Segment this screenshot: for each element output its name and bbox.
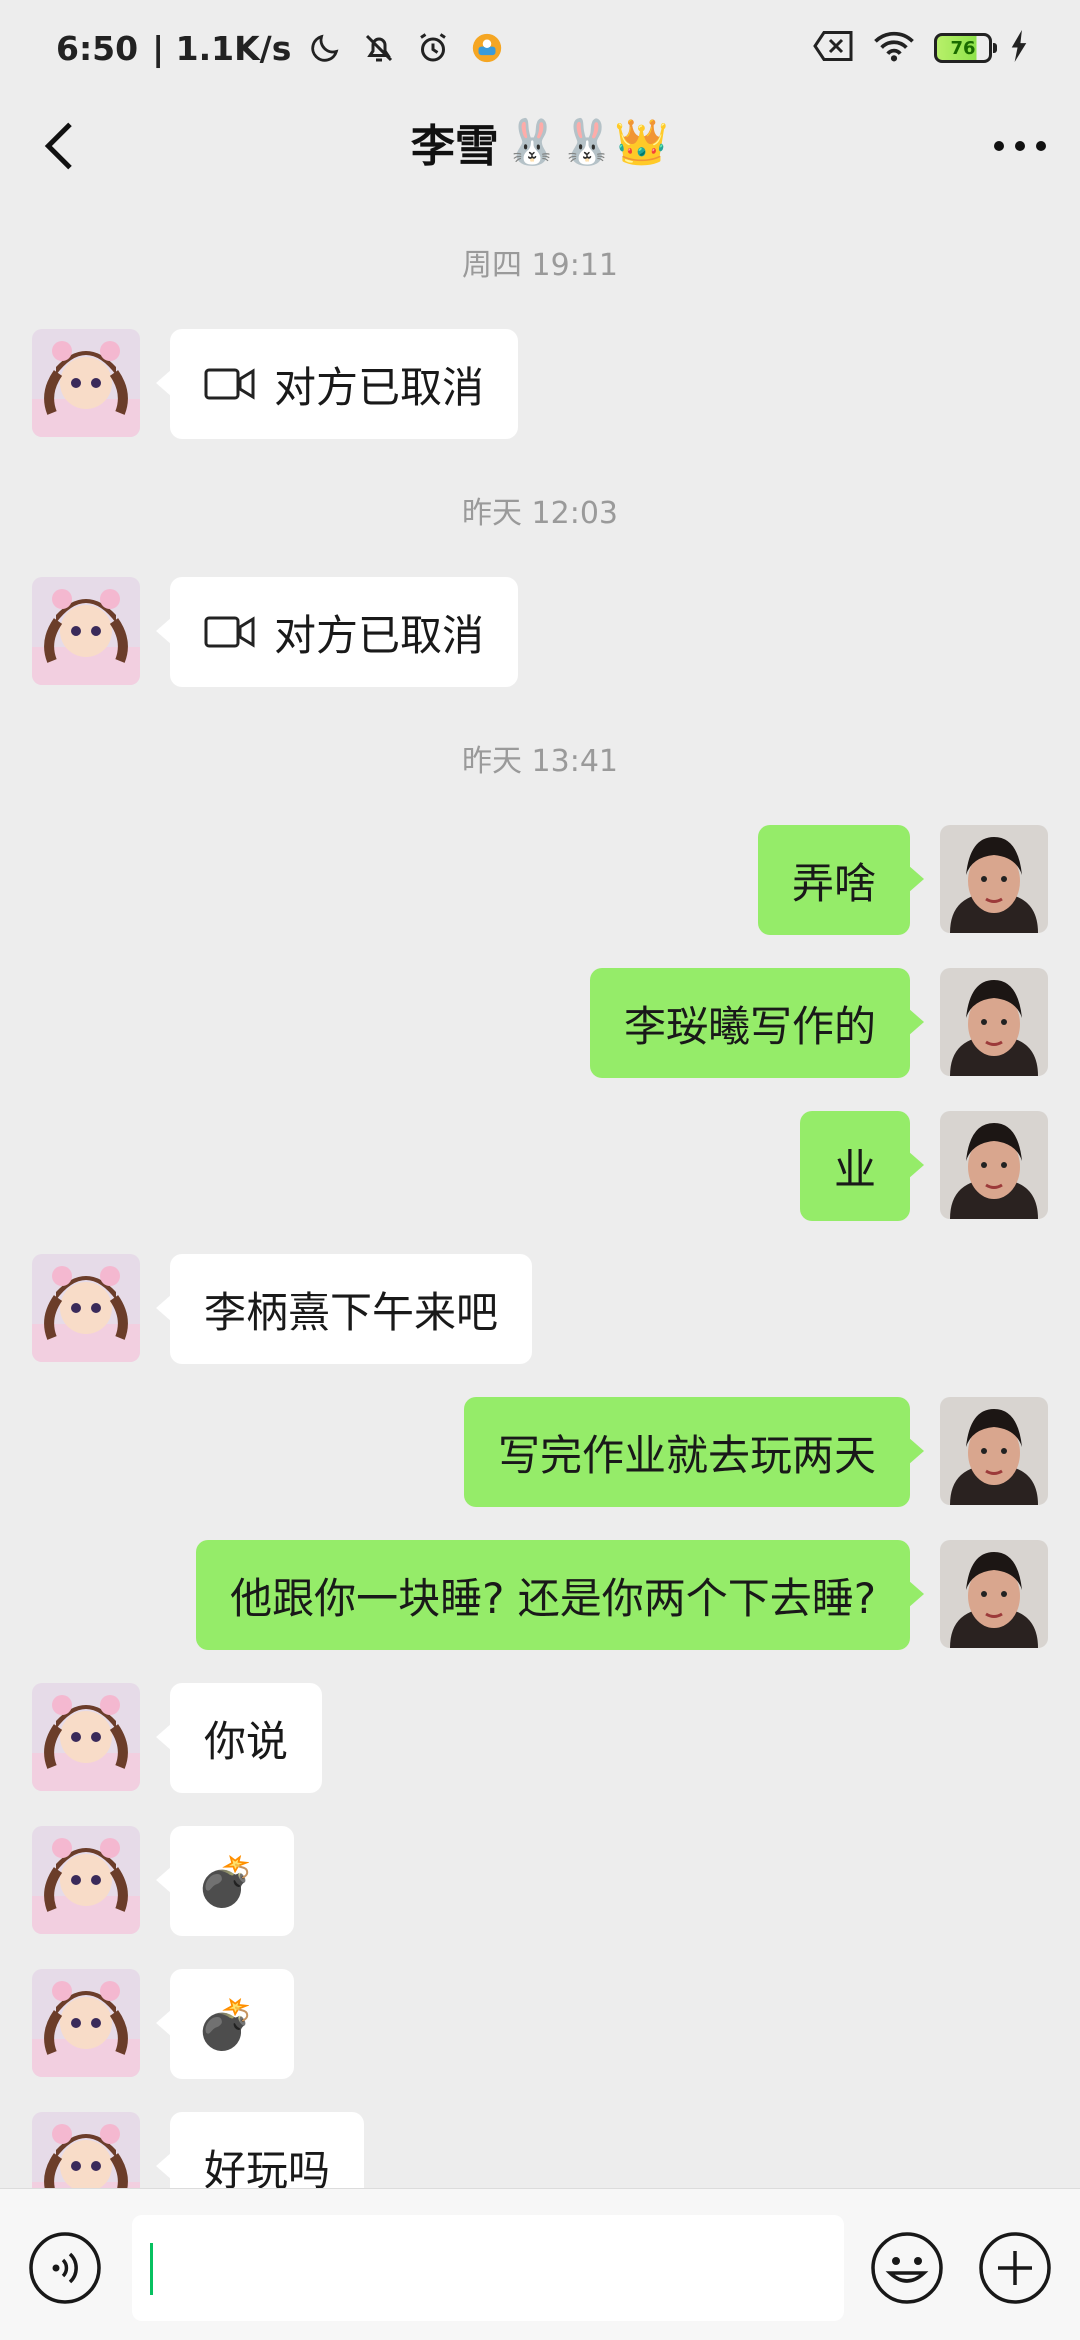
status-bar: 6:50 | 1.1K/s 76 [0, 0, 1080, 96]
self-avatar[interactable] [940, 1540, 1048, 1648]
self-avatar[interactable] [940, 825, 1048, 933]
charging-icon [1010, 30, 1028, 66]
message-bubble-self[interactable]: 写完作业就去玩两天 [463, 1397, 925, 1507]
status-left: 6:50 | 1.1K/s [56, 28, 507, 68]
contact-avatar[interactable] [32, 1254, 140, 1362]
contact-avatar[interactable] [32, 1826, 140, 1934]
message-bubble-self[interactable]: 业 [799, 1111, 925, 1221]
bell-off-icon [359, 28, 399, 68]
status-right: 76 [812, 29, 1028, 67]
plus-button[interactable] [978, 2231, 1052, 2305]
message-bubble-self[interactable]: 他跟你一块睡? 还是你两个下去睡? [196, 1540, 924, 1650]
no-sim-icon [812, 29, 854, 67]
self-avatar[interactable] [940, 1397, 1048, 1505]
message-bubble-other[interactable]: 你说 [155, 1683, 323, 1793]
video-camera-icon [204, 367, 256, 401]
message-bubble-other[interactable]: 李柄熹下午来吧 [155, 1254, 533, 1364]
app-notification-icon [467, 28, 507, 68]
contact-avatar[interactable] [32, 577, 140, 685]
contact-avatar[interactable] [32, 1683, 140, 1791]
message-bubble-other[interactable]: 💣 [156, 1969, 294, 2079]
emoji-button[interactable] [870, 2231, 944, 2305]
message-text: 李柄熹下午来吧 [204, 1287, 499, 1337]
message-text: 李珱曦写作的 [623, 1001, 876, 1051]
back-button[interactable] [30, 116, 90, 176]
message-bubble-other[interactable]: 💣 [156, 1826, 294, 1936]
wifi-icon [872, 29, 916, 67]
message-text: 弄啥 [791, 858, 876, 908]
chat-title: 李雪 🐰🐰👑 [411, 110, 669, 174]
timestamp: 周四 19:11 [462, 248, 618, 283]
message-text: 他跟你一块睡? 还是你两个下去睡? [230, 1573, 876, 1623]
chat-screen: 6:50 | 1.1K/s 76 李雪 🐰🐰👑 周四 19:11 对方已取消 昨… [0, 0, 1080, 2340]
plus-icon [979, 2232, 1051, 2304]
text-caret [150, 2243, 153, 2295]
status-time: 6:50 [56, 28, 139, 68]
timestamp: 昨天 12:03 [462, 496, 618, 531]
message-input[interactable] [132, 2215, 844, 2321]
bomb-icon: 💣 [196, 1853, 256, 1910]
call-status-text: 对方已取消 [274, 362, 485, 412]
bomb-icon: 💣 [196, 1996, 256, 2053]
self-avatar[interactable] [940, 1111, 1048, 1219]
voice-button[interactable] [28, 2231, 102, 2305]
message-bubble-call[interactable]: 对方已取消 [155, 577, 519, 687]
self-avatar[interactable] [940, 968, 1048, 1076]
contact-avatar[interactable] [32, 329, 140, 437]
message-bubble-self[interactable]: 弄啥 [757, 825, 925, 935]
message-text: 业 [833, 1144, 876, 1194]
message-text: 你说 [204, 1716, 289, 1766]
input-bar [0, 2188, 1080, 2340]
moon-icon [305, 28, 345, 68]
chevron-left-icon [44, 122, 72, 170]
call-status-text: 对方已取消 [274, 610, 485, 660]
more-dots-icon [994, 141, 1046, 151]
contact-avatar[interactable] [32, 1969, 140, 2077]
message-bubble-self[interactable]: 李珱曦写作的 [589, 968, 925, 1078]
smiley-icon [871, 2232, 943, 2304]
chat-title-emoji: 🐰🐰👑 [504, 117, 670, 168]
chat-header: 李雪 🐰🐰👑 [0, 96, 1080, 188]
alarm-icon [413, 28, 453, 68]
chat-title-name: 李雪 [410, 121, 499, 172]
video-camera-icon [204, 615, 256, 649]
status-net-speed: | 1.1K/s [152, 28, 292, 68]
battery-icon: 76 [934, 33, 997, 63]
message-bubble-call[interactable]: 对方已取消 [155, 329, 519, 439]
timestamp: 昨天 13:41 [462, 744, 618, 779]
more-button[interactable] [984, 116, 1056, 176]
voice-icon [29, 2232, 101, 2304]
message-text: 写完作业就去玩两天 [497, 1430, 876, 1480]
